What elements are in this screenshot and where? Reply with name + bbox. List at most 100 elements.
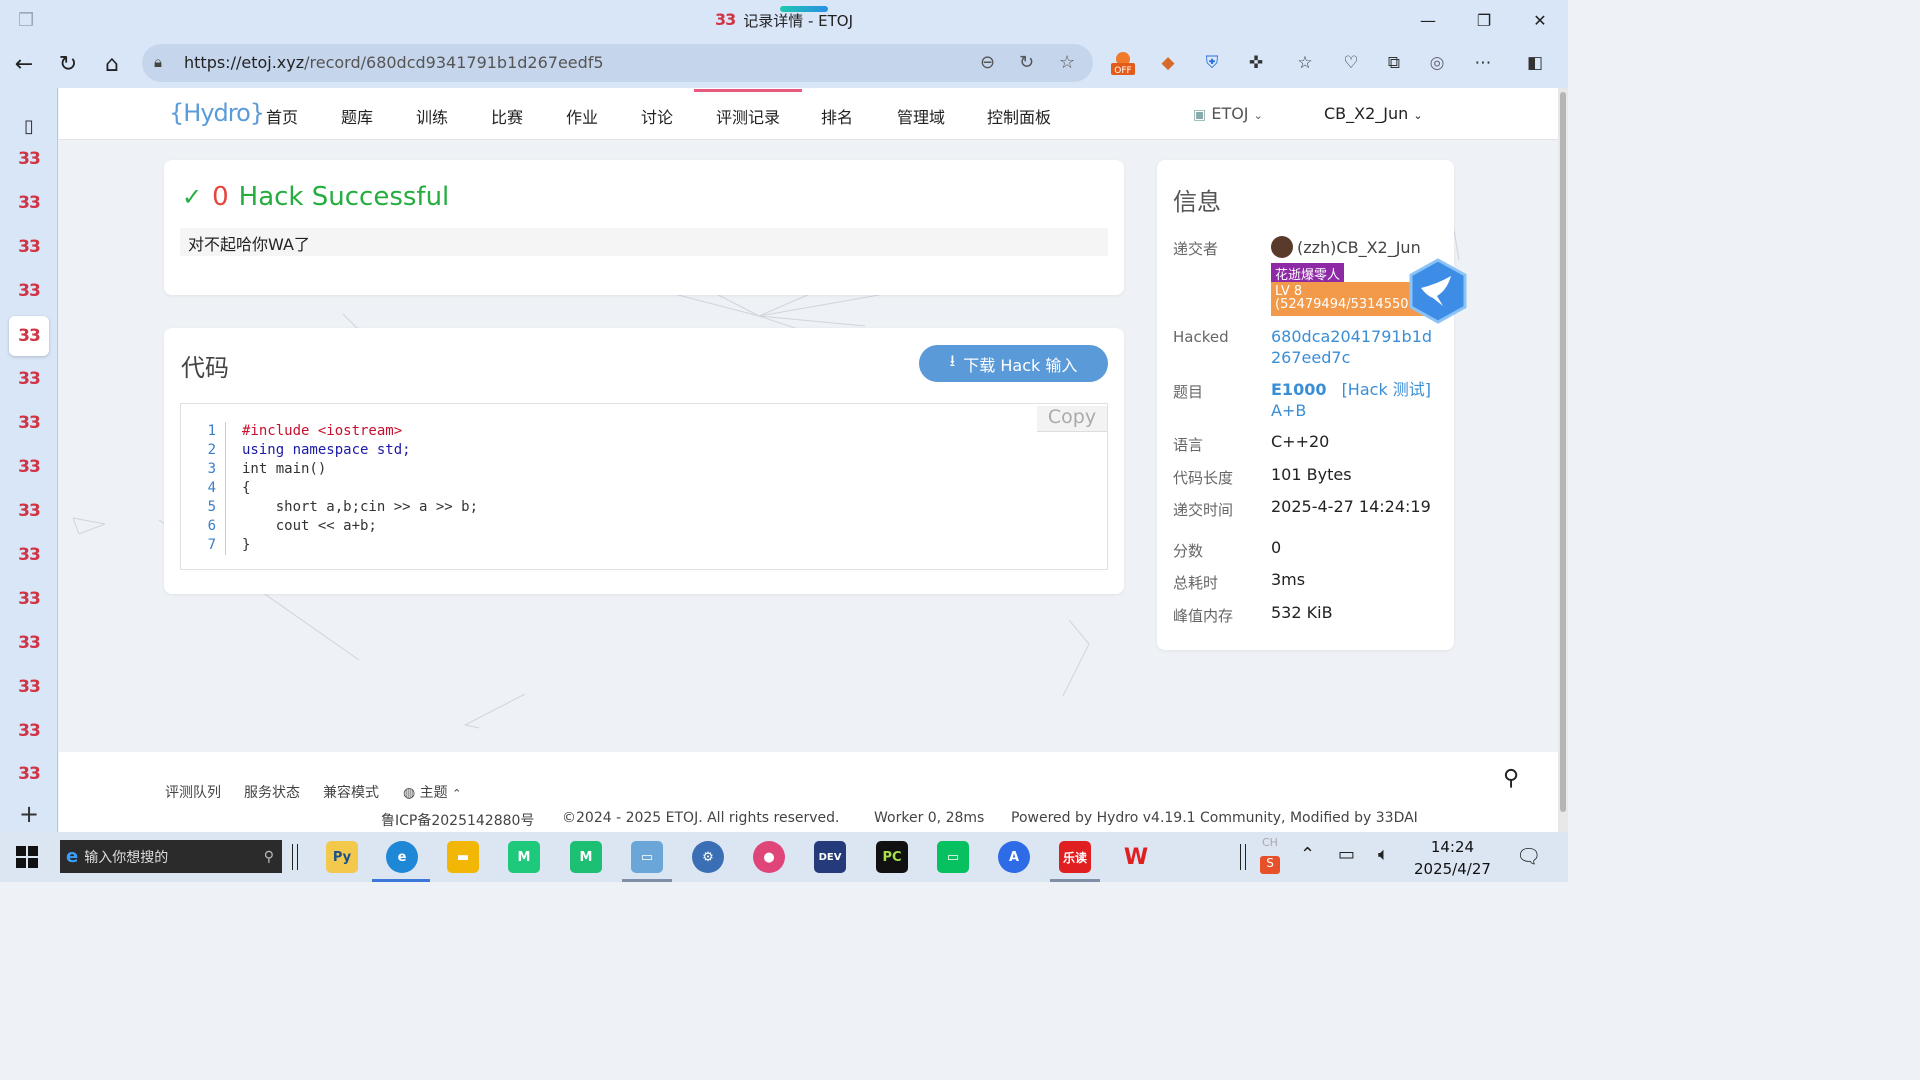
bird-badge-icon (1409, 258, 1467, 324)
edge-refresh-icon[interactable]: ↻ (1019, 52, 1034, 73)
tab-item[interactable]: 33 (9, 403, 49, 443)
tray-expand-chevron-icon[interactable]: ⌃ (1300, 844, 1315, 865)
performance-heart-icon[interactable]: ♡ (1338, 50, 1364, 76)
user-menu[interactable]: CB_X2_Jun ⌄ (1324, 104, 1423, 123)
notification-center-icon[interactable]: 🗨︎ (1516, 844, 1541, 868)
ime-indicator[interactable]: CH (1262, 836, 1278, 849)
taskbar-clock[interactable]: 14:24 2025/4/27 (1414, 836, 1491, 880)
code-line: 3 int main() (181, 460, 478, 479)
back-arrow-icon[interactable]: ← (10, 50, 38, 78)
hydro-logo[interactable]: {Hydro} (169, 99, 265, 127)
nav-problems[interactable]: 题库 (341, 104, 373, 128)
browser-tabs-icon[interactable]: ❒ (18, 10, 40, 31)
problem-link[interactable]: E1000 [Hack 测试] A+B (1271, 379, 1431, 421)
taskbar-search[interactable]: e 输入你想搜的 ⚲ (60, 840, 282, 873)
nav-dashboard[interactable]: 控制面板 (987, 104, 1051, 128)
page-scrollbar[interactable] (1558, 88, 1568, 832)
nav-records[interactable]: 评测记录 (693, 89, 803, 128)
tab-item[interactable]: 33 (9, 183, 49, 223)
hacked-record-link[interactable]: 680dca2041791b1d267eed7c (1271, 326, 1441, 368)
code-line: 1 #include <iostream> (181, 422, 478, 441)
zoom-out-icon[interactable]: ⊖ (980, 52, 995, 73)
favorite-star-icon[interactable]: ☆ (1059, 52, 1075, 73)
start-windows-icon[interactable] (16, 846, 38, 872)
footer-service-status-link[interactable]: 服务状态 (244, 782, 300, 802)
devcpp-icon[interactable]: DEV (814, 841, 846, 873)
sogou-ime-icon[interactable]: S (1260, 856, 1280, 874)
tab-item[interactable]: 33 (9, 623, 49, 663)
site-navbar: {Hydro} 首页 题库 训练 比赛 作业 讨论 评测记录 排名 管理域 控制… (59, 88, 1558, 140)
scrollbar-thumb[interactable] (1560, 92, 1566, 812)
footer-icp[interactable]: 鲁ICP备2025142880号 (381, 810, 534, 830)
restore-button[interactable]: ❐ (1456, 0, 1512, 40)
collections-icon[interactable]: ⧉ (1381, 50, 1407, 76)
footer-theme-menu[interactable]: ◍ 主题 ⌃ (403, 782, 461, 802)
footer-judge-queue-link[interactable]: 评测队列 (165, 782, 221, 802)
close-button[interactable]: ✕ (1512, 0, 1568, 40)
tab-item[interactable]: 33 (9, 227, 49, 267)
new-tab-plus-icon[interactable]: + (9, 794, 49, 834)
profile-avatar-icon[interactable]: ◎ (1424, 50, 1450, 76)
nav-home[interactable]: 首页 (266, 104, 298, 128)
more-options-icon[interactable]: ⋯ (1470, 50, 1496, 76)
favorites-icon[interactable]: ☆ (1292, 50, 1318, 76)
wps-green-icon[interactable]: M (570, 841, 602, 873)
taskbar-divider (1240, 844, 1246, 870)
tab-item[interactable]: 33 (9, 667, 49, 707)
nav-training[interactable]: 训练 (416, 104, 448, 128)
feishu-icon[interactable]: A (998, 841, 1030, 873)
tab-item[interactable]: 33 (9, 754, 49, 794)
tab-item[interactable]: 33 (9, 447, 49, 487)
problem-label: 题目 (1173, 383, 1204, 401)
submitter[interactable]: (zzh)CB_X2_Jun (1271, 236, 1421, 258)
folder-icon[interactable]: ▬ (447, 841, 479, 873)
orange-extension-icon[interactable]: ◆ (1155, 50, 1181, 76)
minimize-button[interactable]: — (1400, 0, 1456, 40)
wechat-icon[interactable]: ▭ (937, 841, 969, 873)
tab-item-active[interactable]: 33 (9, 316, 49, 356)
pycharm-icon[interactable]: PC (876, 841, 908, 873)
footer-powered[interactable]: Powered by Hydro v4.19.1 Community, Modi… (1011, 810, 1418, 826)
taskbar-divider (292, 844, 298, 870)
nav-ranking[interactable]: 排名 (821, 104, 853, 128)
tab-item[interactable]: 33 (9, 271, 49, 311)
nav-homework[interactable]: 作业 (566, 104, 598, 128)
extensions-puzzle-icon[interactable]: ✜ (1243, 50, 1269, 76)
refresh-icon[interactable]: ↻ (54, 50, 82, 78)
time-value: 3ms (1271, 570, 1306, 589)
footer-compat-mode-link[interactable]: 兼容模式 (323, 782, 379, 802)
nav-contests[interactable]: 比赛 (491, 104, 523, 128)
tab-item[interactable]: 33 (9, 139, 49, 179)
volume-icon[interactable]: 🔈︎ (1378, 844, 1389, 865)
tab-item[interactable]: 33 (9, 535, 49, 575)
tab-item[interactable]: 33 (9, 711, 49, 751)
home-icon[interactable]: ⌂ (98, 50, 126, 78)
notepad-icon[interactable]: ▭ (631, 841, 663, 873)
download-hack-input-button[interactable]: ⭳ 下载 Hack 输入 (919, 345, 1108, 382)
chevron-down-icon: ⌄ (1413, 109, 1423, 122)
battery-icon[interactable]: ▭ (1338, 844, 1355, 865)
nav-domain-manage[interactable]: 管理域 (897, 104, 945, 128)
wps-icon[interactable]: W (1120, 841, 1152, 873)
shield-icon[interactable]: ⛨ (1199, 50, 1225, 76)
nav-discussion[interactable]: 讨论 (641, 104, 673, 128)
code-block: Copy 1 #include <iostream> 2 using namespa… (180, 403, 1108, 570)
url-text[interactable]: https://etoj.xyz/record/680dcd9341791b1d… (184, 53, 604, 72)
sidebar-toggle-icon[interactable]: ◧ (1522, 50, 1548, 76)
tab-item[interactable]: 33 (9, 359, 49, 399)
ledu-icon[interactable]: 乐读 (1059, 841, 1091, 873)
edge-icon[interactable]: e (386, 841, 418, 873)
lock-icon[interactable]: 🔒︎ (154, 53, 162, 71)
tab-item[interactable]: 33 (9, 579, 49, 619)
address-bar[interactable]: 🔒︎ https://etoj.xyz/record/680dcd9341791… (142, 44, 1093, 82)
search-icon[interactable]: ⚲ (1503, 766, 1519, 791)
memory-value: 532 KiB (1271, 603, 1333, 622)
steam-icon[interactable]: ⚙ (692, 841, 724, 873)
paint-icon[interactable]: ● (753, 841, 785, 873)
python-icon[interactable]: Py (326, 841, 358, 873)
domain-switcher[interactable]: ▣ ETOJ ⌄ (1193, 104, 1263, 123)
extension-off-icon[interactable]: OFF (1110, 50, 1136, 76)
clion-icon[interactable]: M (508, 841, 540, 873)
tab-item[interactable]: 33 (9, 491, 49, 531)
copy-button[interactable]: Copy (1037, 406, 1107, 432)
